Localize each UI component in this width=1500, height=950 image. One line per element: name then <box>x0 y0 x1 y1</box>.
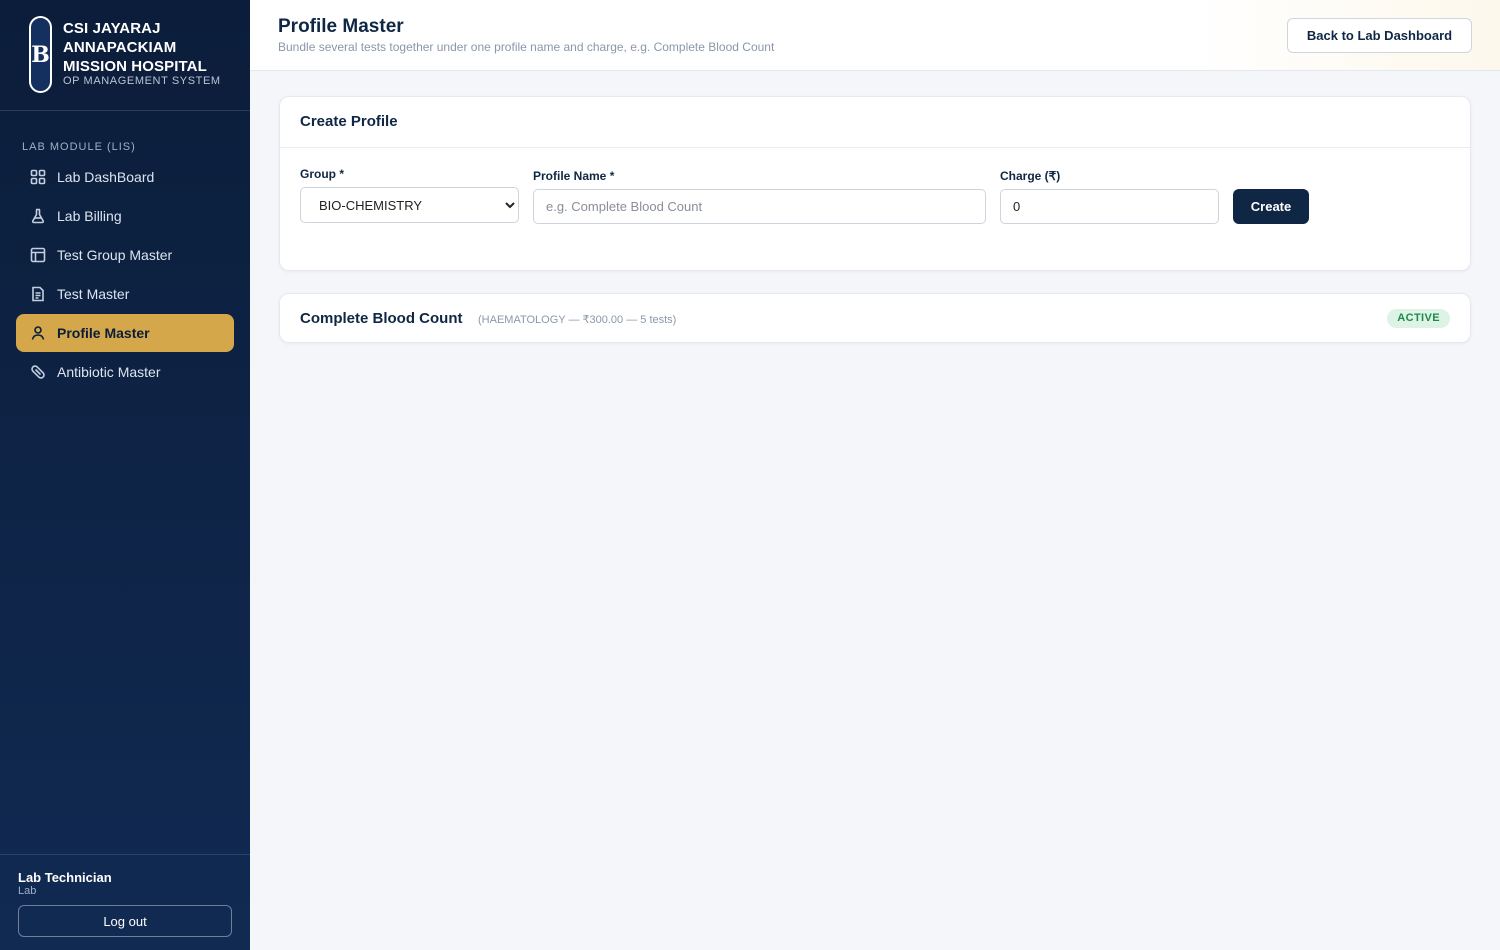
user-name: Lab Technician <box>18 870 112 885</box>
sidebar-item-label: Test Group Master <box>57 247 173 263</box>
charge-input[interactable] <box>1000 189 1219 224</box>
sidebar-item-label: Antibiotic Master <box>57 364 161 380</box>
page-subtitle: Bundle several tests together under one … <box>278 40 775 54</box>
card-title: Create Profile <box>280 97 1470 148</box>
sidebar-item-antibiotic-master[interactable]: Antibiotic Master <box>16 353 234 391</box>
document-icon <box>30 286 46 302</box>
hospital-name: CSI JAYARAJ ANNAPACKIAM MISSION HOSPITAL <box>63 20 207 75</box>
sidebar-item-test-group-master[interactable]: Test Group Master <box>16 236 234 274</box>
user-block: Lab Technician Lab Log out <box>0 854 250 950</box>
profile-name-input[interactable] <box>533 189 986 224</box>
profile-name-label: Profile Name * <box>533 169 615 183</box>
charge-label: Charge (₹) <box>1000 169 1061 183</box>
user-icon <box>30 325 46 341</box>
group-select[interactable]: BIO-CHEMISTRY <box>300 187 519 223</box>
hospital-logo: B <box>29 16 52 93</box>
sidebar-item-label: Lab DashBoard <box>57 169 155 185</box>
user-role: Lab <box>18 885 37 897</box>
system-subtitle: OP MANAGEMENT SYSTEM <box>63 75 221 87</box>
flask-icon <box>30 208 46 224</box>
sidebar-item-profile-master[interactable]: Profile Master <box>16 314 234 352</box>
sidebar-item-label: Lab Billing <box>57 208 122 224</box>
pill-icon <box>30 364 46 380</box>
brand-header: B CSI JAYARAJ ANNAPACKIAM MISSION HOSPIT… <box>0 0 250 111</box>
grid-icon <box>30 169 46 185</box>
group-label: Group * <box>300 167 344 181</box>
sidebar-item-test-master[interactable]: Test Master <box>16 275 234 313</box>
create-profile-card: Create Profile Group * BIO-CHEMISTRY Pro… <box>279 96 1471 271</box>
profile-name: Complete Blood Count <box>300 310 463 327</box>
page-title: Profile Master <box>278 16 404 37</box>
create-button[interactable]: Create <box>1233 189 1309 224</box>
sidebar-item-lab-billing[interactable]: Lab Billing <box>16 197 234 235</box>
sidebar-item-label: Test Master <box>57 286 130 302</box>
sidebar: B CSI JAYARAJ ANNAPACKIAM MISSION HOSPIT… <box>0 0 250 950</box>
back-to-dashboard-button[interactable]: Back to Lab Dashboard <box>1287 18 1472 53</box>
sidebar-item-label: Profile Master <box>57 325 150 341</box>
profile-meta: (HAEMATOLOGY — ₹300.00 — 5 tests) <box>478 314 677 326</box>
page-header: Profile Master Bundle several tests toge… <box>250 0 1500 71</box>
logout-button[interactable]: Log out <box>18 905 232 937</box>
nav-section-label: LAB MODULE (LIS) <box>22 141 136 153</box>
profile-list-item[interactable]: Complete Blood Count (HAEMATOLOGY — ₹300… <box>279 293 1471 343</box>
status-badge: ACTIVE <box>1387 309 1450 328</box>
layout-icon <box>30 247 46 263</box>
sidebar-item-lab-dashboard[interactable]: Lab DashBoard <box>16 158 234 196</box>
sidebar-nav: Lab DashBoard Lab Billing Test Group Mas… <box>16 158 234 392</box>
